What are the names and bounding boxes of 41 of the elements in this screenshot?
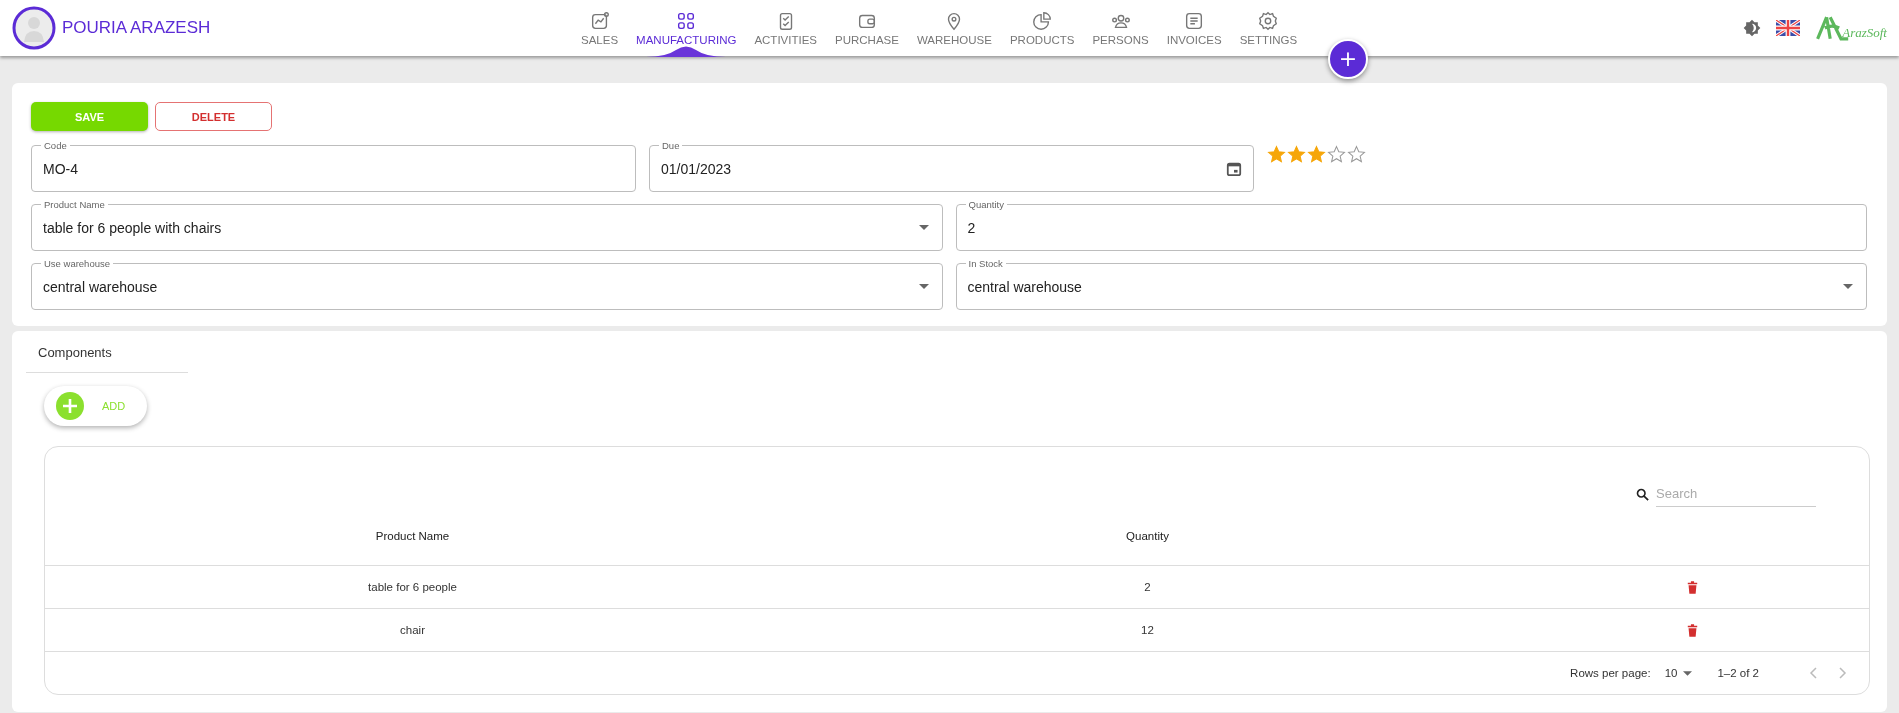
table-cell: 12	[1141, 624, 1154, 636]
calendar-icon[interactable]	[1226, 160, 1242, 177]
column-header: Quantity	[1125, 530, 1170, 542]
trash-icon[interactable]	[1686, 623, 1698, 637]
empty-star-icon[interactable]	[1347, 145, 1366, 164]
delete-button[interactable]: DELETE	[155, 102, 272, 131]
settings-icon	[1257, 10, 1280, 32]
nav-tab[interactable]: SALES	[572, 0, 628, 56]
nav-tab[interactable]: INVOICES	[1157, 0, 1231, 56]
filled-star-icon[interactable]	[1287, 145, 1306, 164]
theme-icon[interactable]	[1742, 18, 1763, 38]
user-name: POURIA ARAZESH	[62, 18, 211, 38]
rows-per-page-select[interactable]: 10	[1664, 667, 1693, 679]
logo-text: ArazSoft	[1842, 25, 1887, 41]
filled-star-icon[interactable]	[1267, 145, 1286, 164]
flag-icon[interactable]	[1776, 20, 1801, 36]
rows-per-page-label: Rows per page:	[1570, 667, 1651, 679]
filled-star-icon[interactable]	[1307, 145, 1326, 164]
caret-icon	[918, 284, 929, 289]
pie-chart-icon	[1031, 10, 1054, 32]
add-fab-button[interactable]: +	[1328, 39, 1368, 79]
table-cell: chair	[400, 624, 425, 636]
search-icon	[1635, 486, 1650, 502]
nav-tab[interactable]: PURCHASE	[826, 0, 908, 56]
nav-tab[interactable]: PERSONS	[1083, 0, 1158, 56]
caret-icon	[1843, 284, 1853, 289]
table-cell: table for 6 people	[368, 581, 457, 593]
nav-tab[interactable]: PRODUCTS	[1000, 0, 1084, 56]
caret-icon	[918, 225, 929, 230]
nav-tab[interactable]: MANUFACTURING	[627, 0, 746, 56]
nav-tab[interactable]: WAREHOUSE	[907, 0, 1001, 56]
section-title: Components	[26, 345, 188, 373]
table-cell: 2	[1144, 581, 1151, 593]
column-header: Product Name	[374, 530, 451, 542]
avatar-icon	[12, 6, 56, 50]
page-range: 1–2 of 2	[1717, 667, 1759, 679]
caret-icon	[1683, 670, 1693, 676]
trash-icon[interactable]	[1686, 580, 1698, 594]
nav-tab[interactable]: ACTIVITIES	[745, 0, 826, 56]
plus-icon	[56, 392, 84, 420]
nav-tab[interactable]: SETTINGS	[1230, 0, 1307, 56]
